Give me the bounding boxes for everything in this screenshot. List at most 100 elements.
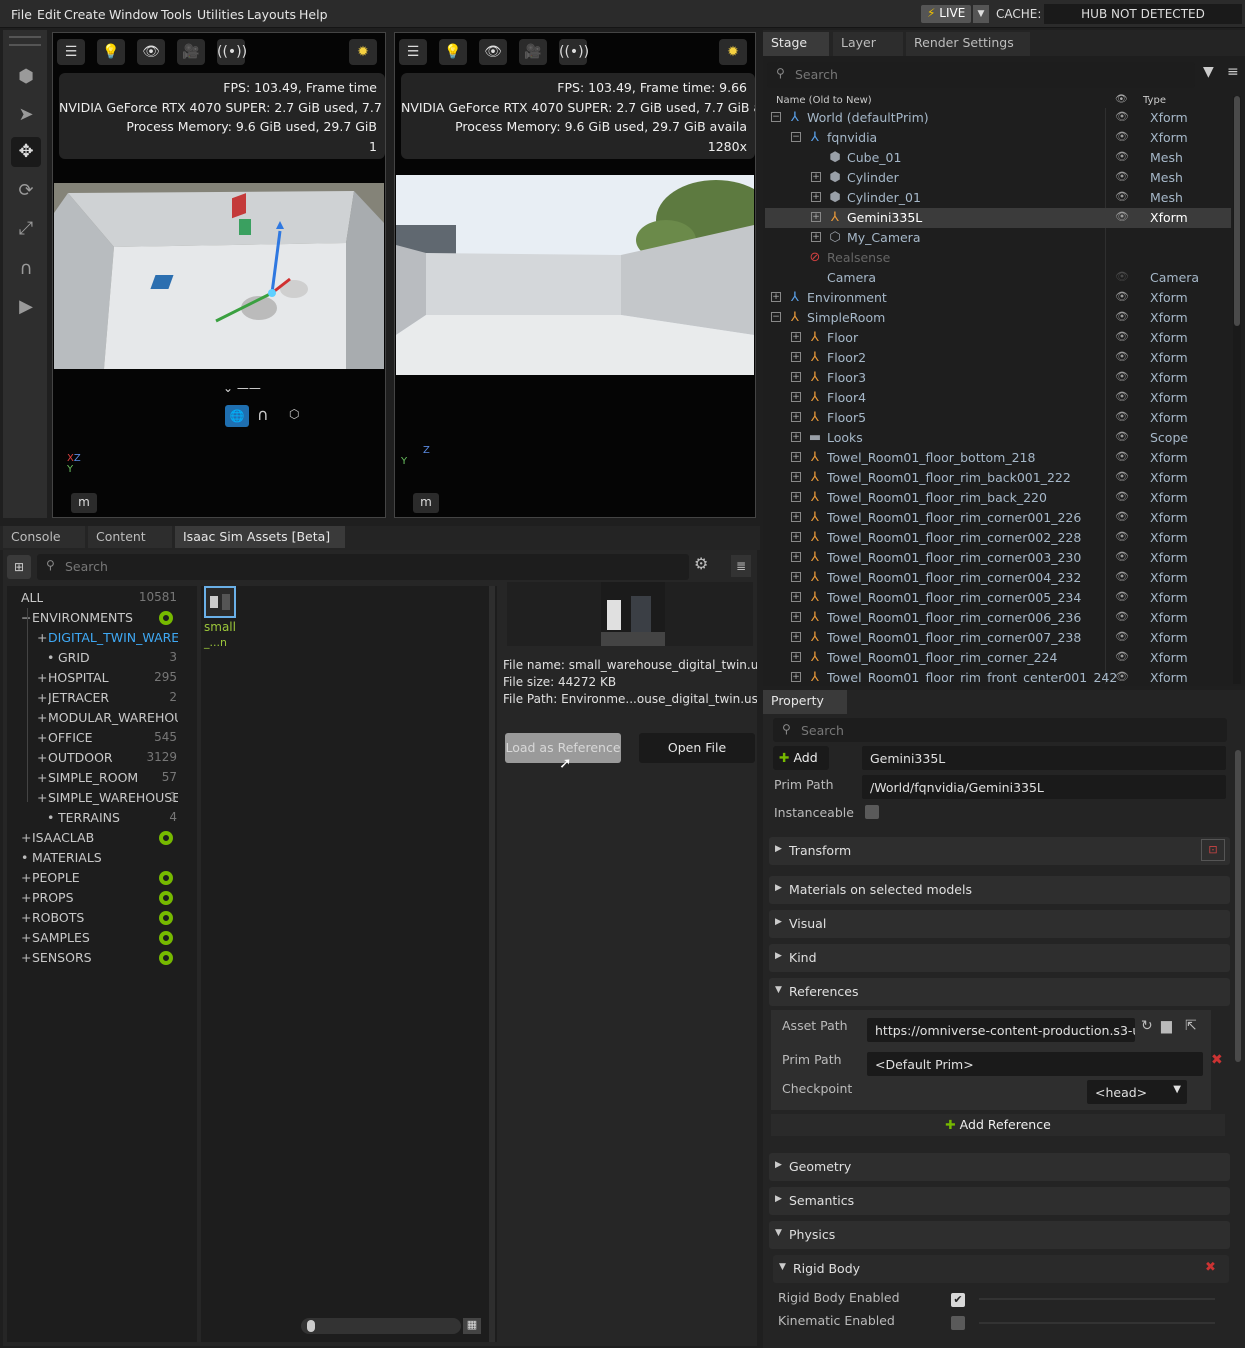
section-kind[interactable]: ▶ Kind [769, 944, 1230, 972]
visibility-eye-icon[interactable]: 👁 [1115, 430, 1129, 443]
visibility-eye-icon[interactable]: 👁 [1115, 670, 1129, 682]
camera-icon[interactable]: 🎥 [519, 39, 547, 65]
section-physics[interactable]: ▼ Physics [769, 1221, 1230, 1249]
expand-icon[interactable]: + [37, 710, 47, 725]
expand-icon[interactable]: + [791, 612, 801, 622]
asset-category-people[interactable]: + PEOPLE [7, 868, 193, 888]
remove-rigid-body-icon[interactable]: ✖ [1205, 1260, 1216, 1275]
snap-magnet-icon[interactable]: ∩ [11, 254, 41, 284]
scale-icon[interactable]: ⤢ [11, 214, 41, 244]
stage-row[interactable]: + ⅄ Towel_Room01_floor_rim_corner002_228 👁 X… [765, 528, 1231, 548]
expand-icon[interactable]: + [791, 372, 801, 382]
expand-icon[interactable]: + [791, 532, 801, 542]
visibility-eye-icon[interactable]: 👁 [1115, 410, 1129, 423]
tree-toggle-icon[interactable]: ⊞ [7, 555, 31, 579]
expand-icon[interactable]: + [21, 890, 31, 905]
visibility-eye-icon[interactable]: 👁 [1115, 630, 1129, 643]
units-button[interactable]: m [71, 493, 97, 513]
menu-tools[interactable]: Tools [161, 7, 192, 22]
stage-row[interactable]: + ⅄ Towel_Room01_floor_rim_corner004_232 👁 X… [765, 568, 1231, 588]
tab-content[interactable]: Content [88, 526, 172, 548]
asset-category-samples[interactable]: + SAMPLES [7, 928, 193, 948]
stage-row[interactable]: − ⅄ fqnvidia 👁 Xform [765, 128, 1231, 148]
asset-category-modular-warehou[interactable]: + MODULAR_WAREHOU [7, 708, 193, 728]
visibility-eye-icon[interactable]: 👁 [1115, 390, 1129, 403]
expand-icon[interactable]: + [791, 552, 801, 562]
visibility-eye-icon[interactable]: 👁 [1115, 490, 1129, 503]
expand-icon[interactable]: + [21, 870, 31, 885]
kinematic-enabled-checkbox[interactable] [951, 1316, 965, 1330]
add-button[interactable]: ✚ Add [773, 746, 829, 770]
expand-icon[interactable]: + [791, 452, 801, 462]
asset-category-digital-twin-wareh[interactable]: + DIGITAL_TWIN_WAREH [7, 628, 193, 648]
stage-row[interactable]: − ⅄ SimpleRoom 👁 Xform [765, 308, 1231, 328]
stage-row[interactable]: + ⅄ Towel_Room01_floor_rim_corner_224 👁 Xfor… [765, 648, 1231, 668]
lightbulb-icon[interactable]: 💡 [439, 39, 467, 65]
stage-row[interactable]: + ⅄ Floor5 👁 Xform [765, 408, 1231, 428]
grid-scrollbar[interactable] [489, 586, 495, 1342]
asset-category-isaaclab[interactable]: + ISAACLAB [7, 828, 193, 848]
sun-icon[interactable]: ✹ [349, 39, 377, 65]
broadcast-icon[interactable]: ((•)) [559, 39, 589, 65]
tab-stage[interactable]: Stage [763, 32, 829, 56]
stage-row[interactable]: + ⅄ Floor2 👁 Xform [765, 348, 1231, 368]
prim-name-field[interactable]: Gemini335L [862, 746, 1226, 770]
stage-row[interactable]: + ⅄ Towel_Room01_floor_rim_corner001_226 👁 X… [765, 508, 1231, 528]
visibility-eye-icon[interactable]: 👁 [1115, 130, 1129, 143]
expand-icon[interactable]: + [791, 572, 801, 582]
stage-row[interactable]: + ⅄ Towel_Room01_floor_rim_corner006_236 👁 X… [765, 608, 1231, 628]
section-references[interactable]: ▼ References [769, 978, 1230, 1006]
broadcast-icon[interactable]: ((•)) [217, 39, 247, 65]
rigid-body-enabled-slider[interactable] [979, 1298, 1215, 1300]
tab-property[interactable]: Property [763, 690, 847, 714]
section-transform[interactable]: ▶ Transform ⊡ [769, 837, 1230, 865]
property-scrollbar-thumb[interactable] [1235, 750, 1241, 1062]
stage-search-input[interactable]: ⚲ Search [767, 62, 1195, 88]
menu-edit[interactable]: Edit [37, 7, 61, 22]
stage-scrollbar-track[interactable] [1233, 96, 1241, 684]
expand-icon[interactable]: + [791, 512, 801, 522]
eye-icon[interactable]: 👁 [479, 39, 507, 65]
asset-category-jetracer[interactable]: + JETRACER 2 [7, 688, 193, 708]
visibility-eye-icon[interactable]: 👁 [1115, 210, 1129, 223]
stage-row[interactable]: + ⅄ Environment 👁 Xform [765, 288, 1231, 308]
settings-sliders-icon[interactable]: ☰ [57, 39, 85, 65]
expand-icon[interactable]: + [37, 790, 47, 805]
units-button[interactable]: m [413, 493, 439, 513]
menu-create[interactable]: Create [64, 7, 106, 22]
asset-category-terrains[interactable]: • TERRAINS 4 [7, 808, 193, 828]
expand-icon[interactable]: + [791, 392, 801, 402]
column-name[interactable]: Name (Old to New) [776, 95, 872, 106]
tab-render-settings[interactable]: Render Settings [906, 32, 1030, 56]
asset-category-sensors[interactable]: + SENSORS [7, 948, 193, 968]
stage-row[interactable]: + ⅄ Towel_Room01_floor_rim_back_220 👁 Xform [765, 488, 1231, 508]
open-file-button[interactable]: Open File [639, 733, 755, 763]
visibility-eye-icon[interactable]: 👁 [1115, 270, 1129, 283]
viewport-right[interactable]: ☰ 💡 👁 🎥 ((•)) ✹ FPS: 103.49, Frame time:… [394, 32, 756, 518]
section-rigid-body[interactable]: ▼ Rigid Body ✖ [773, 1255, 1229, 1283]
cube-snap-icon[interactable]: ⬡ [289, 407, 299, 421]
expand-icon[interactable]: + [791, 592, 801, 602]
thumbnail-size-slider[interactable] [301, 1318, 461, 1334]
visibility-eye-icon[interactable]: 👁 [1115, 470, 1129, 483]
stage-scrollbar-thumb[interactable] [1234, 96, 1240, 326]
create-prim-icon[interactable]: ⬢ [11, 62, 41, 92]
menu-layouts[interactable]: Layouts [247, 7, 296, 22]
expand-icon[interactable]: + [37, 690, 47, 705]
select-arrow-icon[interactable]: ➤ [11, 100, 41, 130]
stage-row[interactable]: + ⬢ Cylinder 👁 Mesh [765, 168, 1231, 188]
expand-icon[interactable]: + [791, 652, 801, 662]
menu-file[interactable]: File [11, 7, 32, 22]
expand-icon[interactable]: + [21, 910, 31, 925]
reload-icon[interactable]: ↻ [1141, 1018, 1153, 1034]
visibility-eye-icon[interactable]: 👁 [1115, 450, 1129, 463]
add-reference-button[interactable]: ✚ Add Reference [771, 1114, 1225, 1136]
expand-icon[interactable]: + [791, 672, 801, 682]
visibility-eye-icon[interactable]: 👁 [1115, 330, 1129, 343]
stage-row[interactable]: + ⅄ Floor 👁 Xform [765, 328, 1231, 348]
stage-row[interactable]: ⬢ Cube_01 👁 Mesh [765, 148, 1231, 168]
expand-icon[interactable]: + [811, 172, 821, 182]
asset-category-robots[interactable]: + ROBOTS [7, 908, 193, 928]
expand-icon[interactable]: + [37, 750, 47, 765]
expand-icon[interactable]: + [21, 930, 31, 945]
